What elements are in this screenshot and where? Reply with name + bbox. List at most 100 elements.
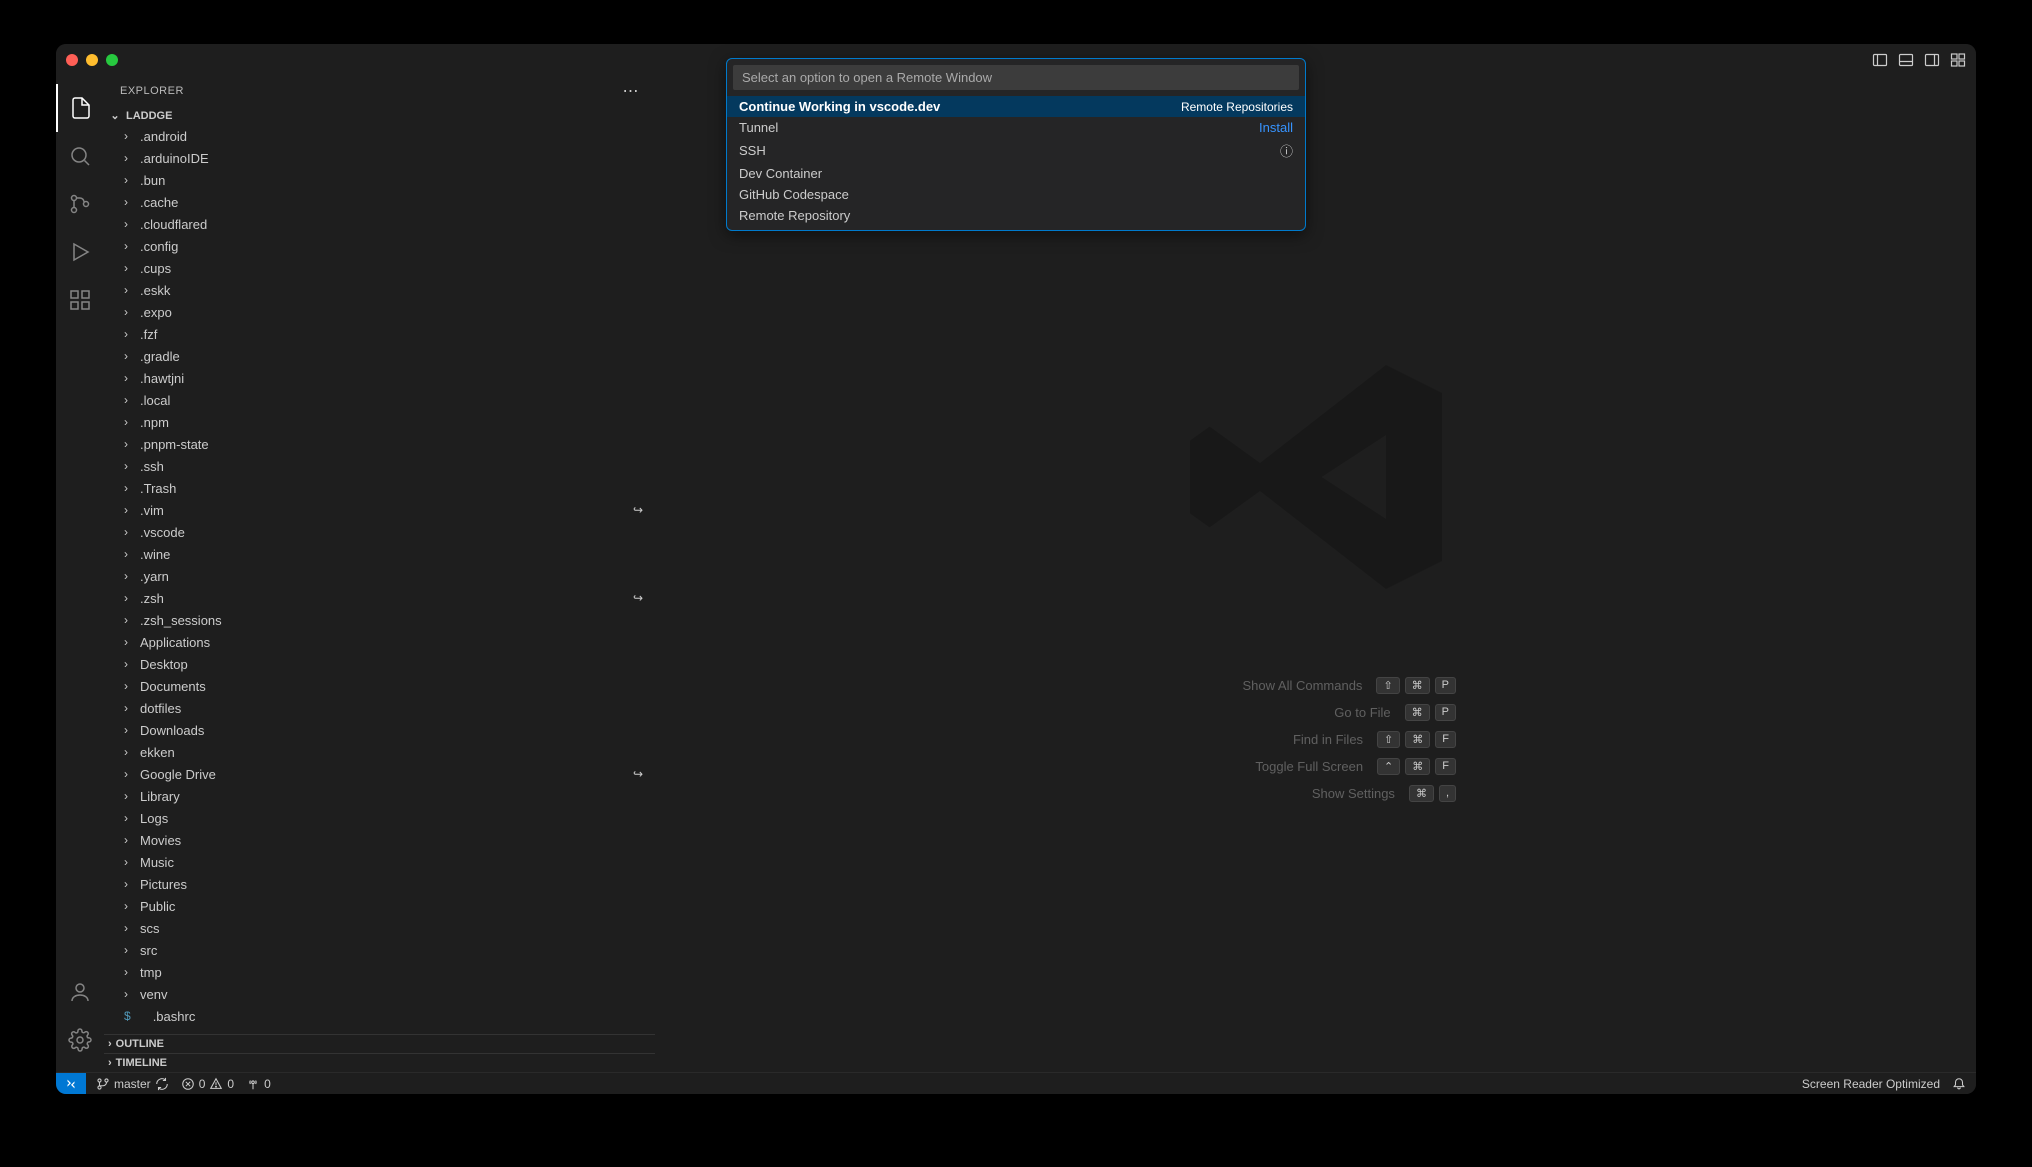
- accounts-icon[interactable]: [56, 968, 104, 1016]
- ports-status[interactable]: 0: [246, 1077, 271, 1091]
- file-item[interactable]: .bashrc: [104, 1005, 655, 1027]
- explorer-title: EXPLORER: [120, 85, 184, 97]
- folder-item[interactable]: ›.eskk: [104, 279, 655, 301]
- folder-item[interactable]: ›.zsh↪: [104, 587, 655, 609]
- folder-item[interactable]: ›.Trash: [104, 477, 655, 499]
- branch-name: master: [114, 1077, 151, 1091]
- folder-item[interactable]: ›.cloudflared: [104, 213, 655, 235]
- notifications-icon[interactable]: [1952, 1077, 1966, 1091]
- folder-item[interactable]: ›.bun: [104, 169, 655, 191]
- folder-name: .gradle: [140, 349, 647, 364]
- folder-item[interactable]: ›Music: [104, 851, 655, 873]
- outline-section-header[interactable]: › OUTLINE: [104, 1034, 655, 1053]
- install-link[interactable]: Install: [1259, 120, 1293, 135]
- folder-item[interactable]: ›scs: [104, 917, 655, 939]
- chevron-right-icon: ›: [124, 481, 138, 495]
- folder-item[interactable]: ›.wine: [104, 543, 655, 565]
- keyboard-key: P: [1435, 704, 1456, 721]
- info-icon[interactable]: ⓘ: [1280, 141, 1293, 160]
- folder-item[interactable]: ›.vscode: [104, 521, 655, 543]
- folder-item[interactable]: ›.gradle: [104, 345, 655, 367]
- explorer-more-icon[interactable]: ⋯: [623, 81, 640, 101]
- toggle-secondary-sidebar-icon[interactable]: [1924, 52, 1940, 68]
- quickpick-placeholder[interactable]: Select an option to open a Remote Window: [733, 65, 1299, 90]
- folder-item[interactable]: ›Logs: [104, 807, 655, 829]
- folder-item[interactable]: ›.expo: [104, 301, 655, 323]
- workspace-section-header[interactable]: ⌄ LADDGE: [104, 106, 655, 125]
- run-debug-tab[interactable]: [56, 228, 104, 276]
- problems-status[interactable]: 0 0: [181, 1077, 234, 1091]
- file-tree[interactable]: ›.android›.arduinoIDE›.bun›.cache›.cloud…: [104, 125, 655, 1034]
- chevron-right-icon: ›: [124, 943, 138, 957]
- folder-name: Movies: [140, 833, 647, 848]
- folder-item[interactable]: ›src: [104, 939, 655, 961]
- minimize-window-button[interactable]: [86, 54, 98, 66]
- quickpick-item[interactable]: Continue Working in vscode.devRemote Rep…: [727, 96, 1305, 117]
- quickpick-item[interactable]: Remote Repository: [727, 205, 1305, 226]
- maximize-window-button[interactable]: [106, 54, 118, 66]
- shortcut-label: Show Settings: [1215, 786, 1395, 801]
- quickpick-item[interactable]: TunnelInstall: [727, 117, 1305, 138]
- keyboard-key: ⇧: [1377, 731, 1400, 748]
- folder-item[interactable]: ›Public: [104, 895, 655, 917]
- folder-item[interactable]: ›Downloads: [104, 719, 655, 741]
- source-control-tab[interactable]: [56, 180, 104, 228]
- folder-item[interactable]: ›.fzf: [104, 323, 655, 345]
- folder-item[interactable]: ›.yarn: [104, 565, 655, 587]
- toggle-panel-icon[interactable]: [1898, 52, 1914, 68]
- folder-item[interactable]: ›ekken: [104, 741, 655, 763]
- folder-item[interactable]: ›.vim↪: [104, 499, 655, 521]
- customize-layout-icon[interactable]: [1950, 52, 1966, 68]
- remote-indicator[interactable]: [56, 1073, 86, 1094]
- folder-item[interactable]: ›.arduinoIDE: [104, 147, 655, 169]
- quickpick-item[interactable]: Dev Container: [727, 163, 1305, 184]
- chevron-right-icon: ›: [124, 591, 138, 605]
- quickpick-item[interactable]: SSHⓘ: [727, 138, 1305, 163]
- folder-item[interactable]: ›.ssh: [104, 455, 655, 477]
- explorer-sidebar: EXPLORER ⋯ ⌄ LADDGE ›.android›.arduinoID…: [104, 76, 656, 1072]
- folder-item[interactable]: ›.zsh_sessions: [104, 609, 655, 631]
- folder-item[interactable]: ›tmp: [104, 961, 655, 983]
- folder-name: .eskk: [140, 283, 647, 298]
- folder-item[interactable]: ›.hawtjni: [104, 367, 655, 389]
- chevron-right-icon: ›: [124, 393, 138, 407]
- sync-icon[interactable]: [155, 1077, 169, 1091]
- screen-reader-status[interactable]: Screen Reader Optimized: [1802, 1077, 1940, 1091]
- folder-name: .pnpm-state: [140, 437, 647, 452]
- extensions-tab[interactable]: [56, 276, 104, 324]
- folder-item[interactable]: ›.local: [104, 389, 655, 411]
- explorer-tab[interactable]: [56, 84, 104, 132]
- folder-item[interactable]: ›.cache: [104, 191, 655, 213]
- toggle-primary-sidebar-icon[interactable]: [1872, 52, 1888, 68]
- quickpick-label: Dev Container: [739, 166, 822, 181]
- folder-name: .npm: [140, 415, 647, 430]
- chevron-right-icon: ›: [124, 679, 138, 693]
- chevron-right-icon: ›: [124, 503, 138, 517]
- git-branch-status[interactable]: master: [96, 1077, 169, 1091]
- timeline-section-header[interactable]: › TIMELINE: [104, 1053, 655, 1072]
- folder-item[interactable]: ›Desktop: [104, 653, 655, 675]
- folder-item[interactable]: ›.npm: [104, 411, 655, 433]
- folder-item[interactable]: ›Library: [104, 785, 655, 807]
- keyboard-key: P: [1435, 677, 1456, 694]
- quickpick-item[interactable]: GitHub Codespace: [727, 184, 1305, 205]
- folder-item[interactable]: ›.cups: [104, 257, 655, 279]
- chevron-right-icon: ›: [124, 635, 138, 649]
- folder-item[interactable]: ›dotfiles: [104, 697, 655, 719]
- close-window-button[interactable]: [66, 54, 78, 66]
- folder-name: Music: [140, 855, 647, 870]
- settings-gear-icon[interactable]: [56, 1016, 104, 1064]
- folder-item[interactable]: ›.config: [104, 235, 655, 257]
- folder-item[interactable]: ›Documents: [104, 675, 655, 697]
- search-tab[interactable]: [56, 132, 104, 180]
- file-name: .bashrc: [153, 1009, 647, 1024]
- folder-item[interactable]: ›Applications: [104, 631, 655, 653]
- folder-item[interactable]: ›venv: [104, 983, 655, 1005]
- folder-item[interactable]: ›Movies: [104, 829, 655, 851]
- keyboard-key: ,: [1439, 785, 1456, 802]
- folder-item[interactable]: ›Pictures: [104, 873, 655, 895]
- folder-item[interactable]: ›.pnpm-state: [104, 433, 655, 455]
- folder-item[interactable]: ›Google Drive↪: [104, 763, 655, 785]
- folder-item[interactable]: ›.android: [104, 125, 655, 147]
- remote-icon: [64, 1077, 78, 1091]
